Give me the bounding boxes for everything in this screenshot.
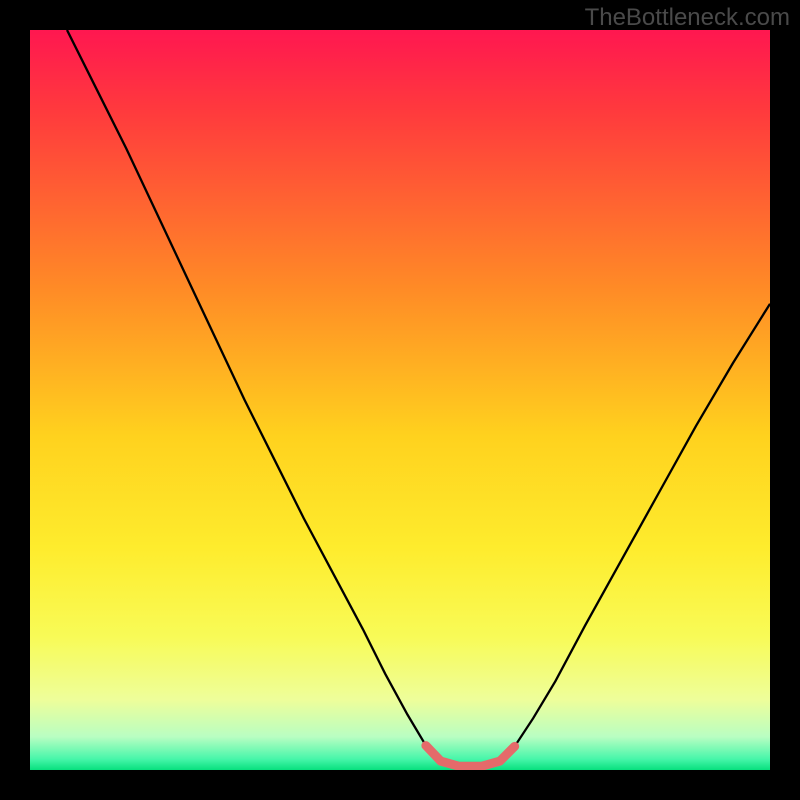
chart-frame: TheBottleneck.com: [0, 0, 800, 800]
gradient-background: [30, 30, 770, 770]
bottleneck-chart: [30, 30, 770, 770]
plot-area: [30, 30, 770, 770]
watermark-text: TheBottleneck.com: [585, 4, 790, 32]
